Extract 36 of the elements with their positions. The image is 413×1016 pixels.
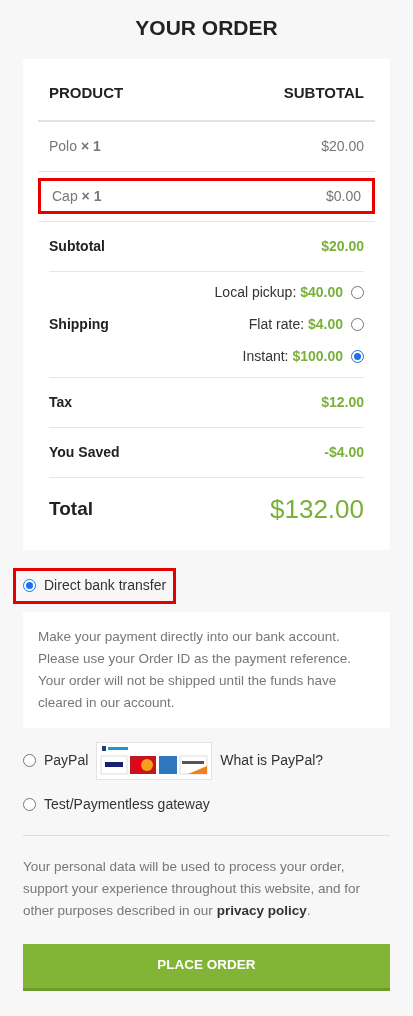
radio-button[interactable] (23, 797, 36, 811)
product-name: Polo × 1 (49, 136, 101, 156)
summary-value: -$4.00 (324, 442, 364, 462)
summary-label: Subtotal (49, 236, 105, 256)
summary-value: $132.00 (270, 493, 364, 526)
product-price: $0.00 (325, 186, 361, 206)
paypal-info-link[interactable]: What is PayPal? (220, 750, 324, 771)
column-header: PRODUCT (49, 82, 124, 103)
shipping-option: Instant: $100.00 (242, 345, 343, 367)
shipping-option: Flat rate: $4.00 (248, 313, 343, 335)
payment-label: PayPal (44, 751, 89, 770)
payment-label: Test/Paymentless gateway (44, 794, 210, 814)
payment-option[interactable]: PayPal What is PayPal? (23, 741, 390, 780)
privacy-policy-link[interactable]: privacy policy (216, 902, 307, 918)
summary-label: Tax (49, 392, 73, 412)
summary-value: $20.00 (321, 236, 364, 256)
radio-button[interactable] (351, 317, 364, 331)
summary-value: $12.00 (321, 392, 364, 412)
page-title: YOUR ORDER (134, 15, 279, 41)
column-header: SUBTOTAL (283, 82, 364, 103)
summary-label: Shipping (49, 314, 109, 334)
radio-button[interactable] (23, 579, 36, 592)
summary-label: Total (49, 497, 93, 522)
privacy-notice: Your personal data will be used to process your order, support your experience throughout this website, and for other purposes described in our privacy policy. (23, 857, 361, 920)
summary-label: You Saved (49, 442, 120, 462)
radio-button[interactable] (351, 285, 364, 299)
payment-label: Direct bank transfer (44, 576, 167, 595)
shipping-option: Local pickup: $40.00 (214, 281, 343, 303)
payment-option[interactable]: Test/Paymentless gateway (23, 793, 390, 815)
radio-button[interactable] (351, 349, 364, 363)
product-price: $20.00 (321, 136, 364, 156)
payment-description: Make your payment directly into our bank account. Please use your Order ID as the payment reference. Your order will not be shipped until the funds have cleared in our account. (23, 611, 390, 728)
product-name: Cap × 1 (52, 186, 102, 206)
radio-button[interactable] (23, 754, 36, 767)
payment-option[interactable]: Direct bank transfer (13, 567, 177, 604)
card-logos-icon (96, 741, 213, 780)
